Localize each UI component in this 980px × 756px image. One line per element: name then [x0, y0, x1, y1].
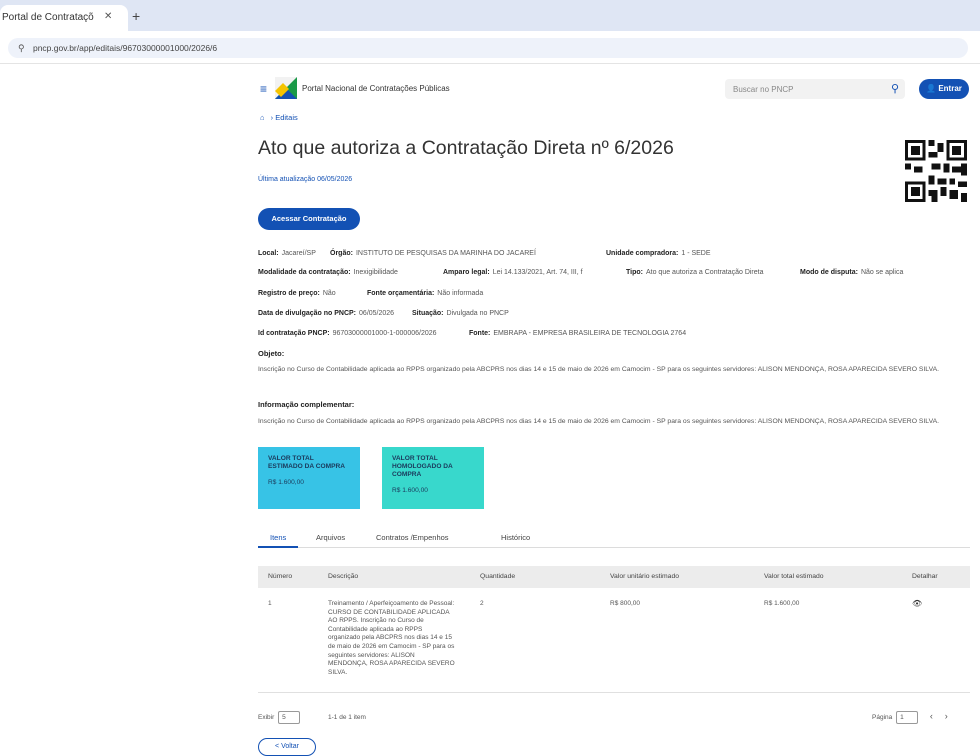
tab-itens[interactable]: Itens	[270, 533, 286, 542]
row-descricao: Treinamento / Aperfeiçoamento de Pessoal…	[328, 600, 455, 676]
prev-page-icon[interactable]: ‹	[930, 711, 933, 721]
page-select[interactable]: 1	[896, 711, 919, 724]
tab-arquivos[interactable]: Arquivos	[316, 533, 345, 542]
field-disputa: Modo de disputa: Não se aplica	[800, 269, 904, 276]
col-valor-unitario[interactable]: Valor unitário estimado	[610, 573, 679, 580]
field-registro: Registro de preço: Não	[258, 290, 336, 297]
address-bar[interactable]: ⚲ pncp.gov.br/app/editais/96703000001000…	[8, 38, 968, 58]
row-divider	[258, 692, 970, 693]
search-icon[interactable]: ⚲	[891, 82, 899, 95]
field-unidade: Unidade compradora: 1 - SEDE	[606, 250, 711, 257]
field-local: Local: Jacareí/SP	[258, 250, 316, 257]
col-descricao[interactable]: Descrição	[328, 573, 358, 580]
browser-tab[interactable]: Portal de Contrataçõ ✕	[0, 5, 128, 31]
search-input[interactable]: Buscar no PNCP ⚲	[725, 79, 905, 99]
info-text: Inscrição no Curso de Contabilidade apli…	[258, 418, 940, 425]
breadcrumb-current[interactable]: Editais	[275, 113, 298, 122]
page-size: Exibir 5	[258, 711, 302, 724]
url-text: pncp.gov.br/app/editais/96703000001000/2…	[32, 43, 218, 53]
qr-code	[905, 140, 967, 202]
col-numero[interactable]: Número	[268, 573, 292, 580]
back-button[interactable]: < Voltar	[258, 738, 316, 756]
table-header: Número Descrição Quantidade Valor unitár…	[258, 566, 970, 588]
field-situacao: Situação: Divulgada no PNCP	[412, 310, 509, 317]
field-fonte-orcamentaria: Fonte orçamentária: Não informada	[367, 290, 484, 297]
card-value: R$ 1.600,00	[392, 487, 428, 494]
field-amparo: Amparo legal: Lei 14.133/2021, Art. 74, I…	[443, 269, 583, 276]
col-valor-total[interactable]: Valor total estimado	[764, 573, 824, 580]
site-info-icon[interactable]: ⚲	[18, 43, 25, 53]
last-update: Última atualização 06/05/2026	[258, 176, 353, 183]
close-tab-icon[interactable]: ✕	[104, 11, 112, 22]
page-size-select[interactable]: 5	[278, 711, 301, 724]
col-quantidade[interactable]: Quantidade	[480, 573, 515, 580]
field-orgao: Órgão: INSTITUTO DE PESQUISAS DA MARINHA …	[330, 250, 536, 257]
active-tab-indicator	[258, 546, 298, 548]
homologated-value-card: VALOR TOTAL HOMOLOGADO DA COMPRA R$ 1.60…	[382, 447, 484, 509]
menu-icon[interactable]: ≡	[260, 82, 267, 96]
field-modalidade: Modalidade da contratação: Inexigibilidad…	[258, 269, 398, 276]
search-placeholder: Buscar no PNCP	[733, 85, 794, 94]
objeto-text: Inscrição no Curso de Contabilidade apli…	[258, 366, 940, 373]
col-detalhar: Detalhar	[912, 573, 938, 580]
address-bar-container: ⚲ pncp.gov.br/app/editais/96703000001000…	[0, 31, 980, 64]
tab-historico[interactable]: Histórico	[501, 533, 530, 542]
login-label: Entrar	[938, 84, 962, 93]
login-button[interactable]: 👤 Entrar	[919, 79, 969, 99]
access-contracting-button[interactable]: Acessar Contratação	[258, 208, 360, 230]
card-label: VALOR TOTAL ESTIMADO DA COMPRA	[268, 455, 346, 470]
row-quantidade: 2	[480, 600, 484, 607]
tab-contratos[interactable]: Contratos /Empenhos	[376, 533, 449, 542]
view-details-icon[interactable]: 👁	[912, 599, 922, 608]
objeto-title: Objeto:	[258, 349, 285, 358]
pncp-logo	[275, 77, 297, 99]
breadcrumb: ⌂ › Editais	[260, 113, 298, 122]
field-fonte: Fonte: EMBRAPA - EMPRESA BRASILEIRA DE TE…	[469, 330, 687, 337]
browser-tab-title: Portal de Contrataçõ	[2, 12, 94, 23]
info-title: Informação complementar:	[258, 400, 355, 409]
next-page-icon[interactable]: ›	[945, 711, 948, 721]
row-numero: 1	[268, 600, 272, 607]
row-valor-unitario: R$ 800,00	[610, 600, 640, 607]
card-label: VALOR TOTAL HOMOLOGADO DA COMPRA	[392, 455, 453, 478]
portal-name[interactable]: Portal Nacional de Contratações Públicas	[302, 84, 450, 93]
items-count: 1-1 de 1 item	[328, 714, 366, 721]
home-icon[interactable]: ⌂	[260, 113, 265, 122]
browser-tabstrip: Portal de Contrataçõ ✕ +	[0, 0, 980, 31]
row-valor-total: R$ 1.600,00	[764, 600, 800, 607]
page-selector: Página 1 ‹ ›	[872, 711, 948, 724]
card-value: R$ 1.600,00	[268, 479, 304, 486]
field-divulgacao: Data de divulgação no PNCP: 06/05/2026	[258, 310, 395, 317]
field-id-pncp: Id contratação PNCP: 96703000001000-1-000…	[258, 330, 437, 337]
field-tipo: Tipo: Ato que autoriza a Contratação Dire…	[626, 269, 764, 276]
tab-bar: Itens Arquivos Contratos /Empenhos Histó…	[258, 528, 970, 548]
estimated-value-card: VALOR TOTAL ESTIMADO DA COMPRA R$ 1.600,…	[258, 447, 360, 509]
page-title: Ato que autoriza a Contratação Direta nº…	[258, 137, 674, 159]
new-tab-button[interactable]: +	[132, 8, 140, 24]
user-icon: 👤	[926, 84, 937, 93]
